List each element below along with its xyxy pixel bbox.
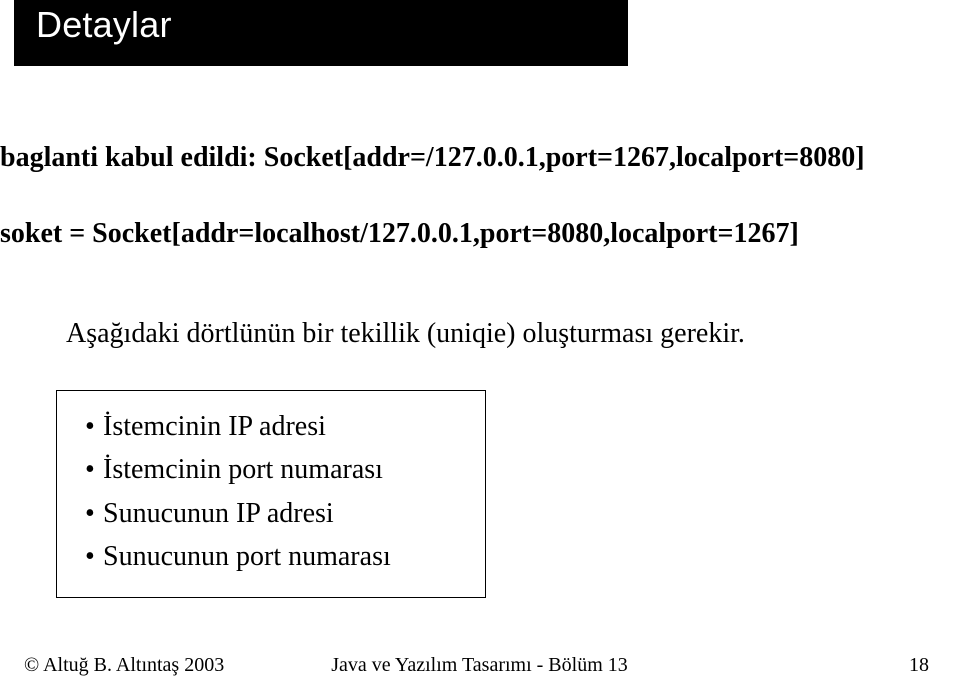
title-bar: Detaylar (14, 0, 628, 66)
info-box: İstemcinin IP adresi İstemcinin port num… (56, 390, 486, 598)
footer-copyright: © Altuğ B. Altıntaş 2003 (24, 654, 224, 677)
footer-page-number: 18 (909, 654, 929, 677)
subheading: Aşağıdaki dörtlünün bir tekillik (uniqie… (66, 318, 745, 350)
list-item: Sunucunun port numarası (85, 535, 465, 578)
list-item: Sunucunun IP adresi (85, 492, 465, 535)
info-list: İstemcinin IP adresi İstemcinin port num… (77, 405, 465, 579)
footer-section: Java ve Yazılım Tasarımı - Bölüm 13 (331, 654, 628, 677)
list-item: İstemcinin IP adresi (85, 405, 465, 448)
code-line-2: soket = Socket[addr=localhost/127.0.0.1,… (0, 218, 799, 250)
code-line-1: baglanti kabul edildi: Socket[addr=/127.… (0, 142, 865, 174)
slide-title: Detaylar (36, 4, 172, 46)
list-item: İstemcinin port numarası (85, 448, 465, 491)
